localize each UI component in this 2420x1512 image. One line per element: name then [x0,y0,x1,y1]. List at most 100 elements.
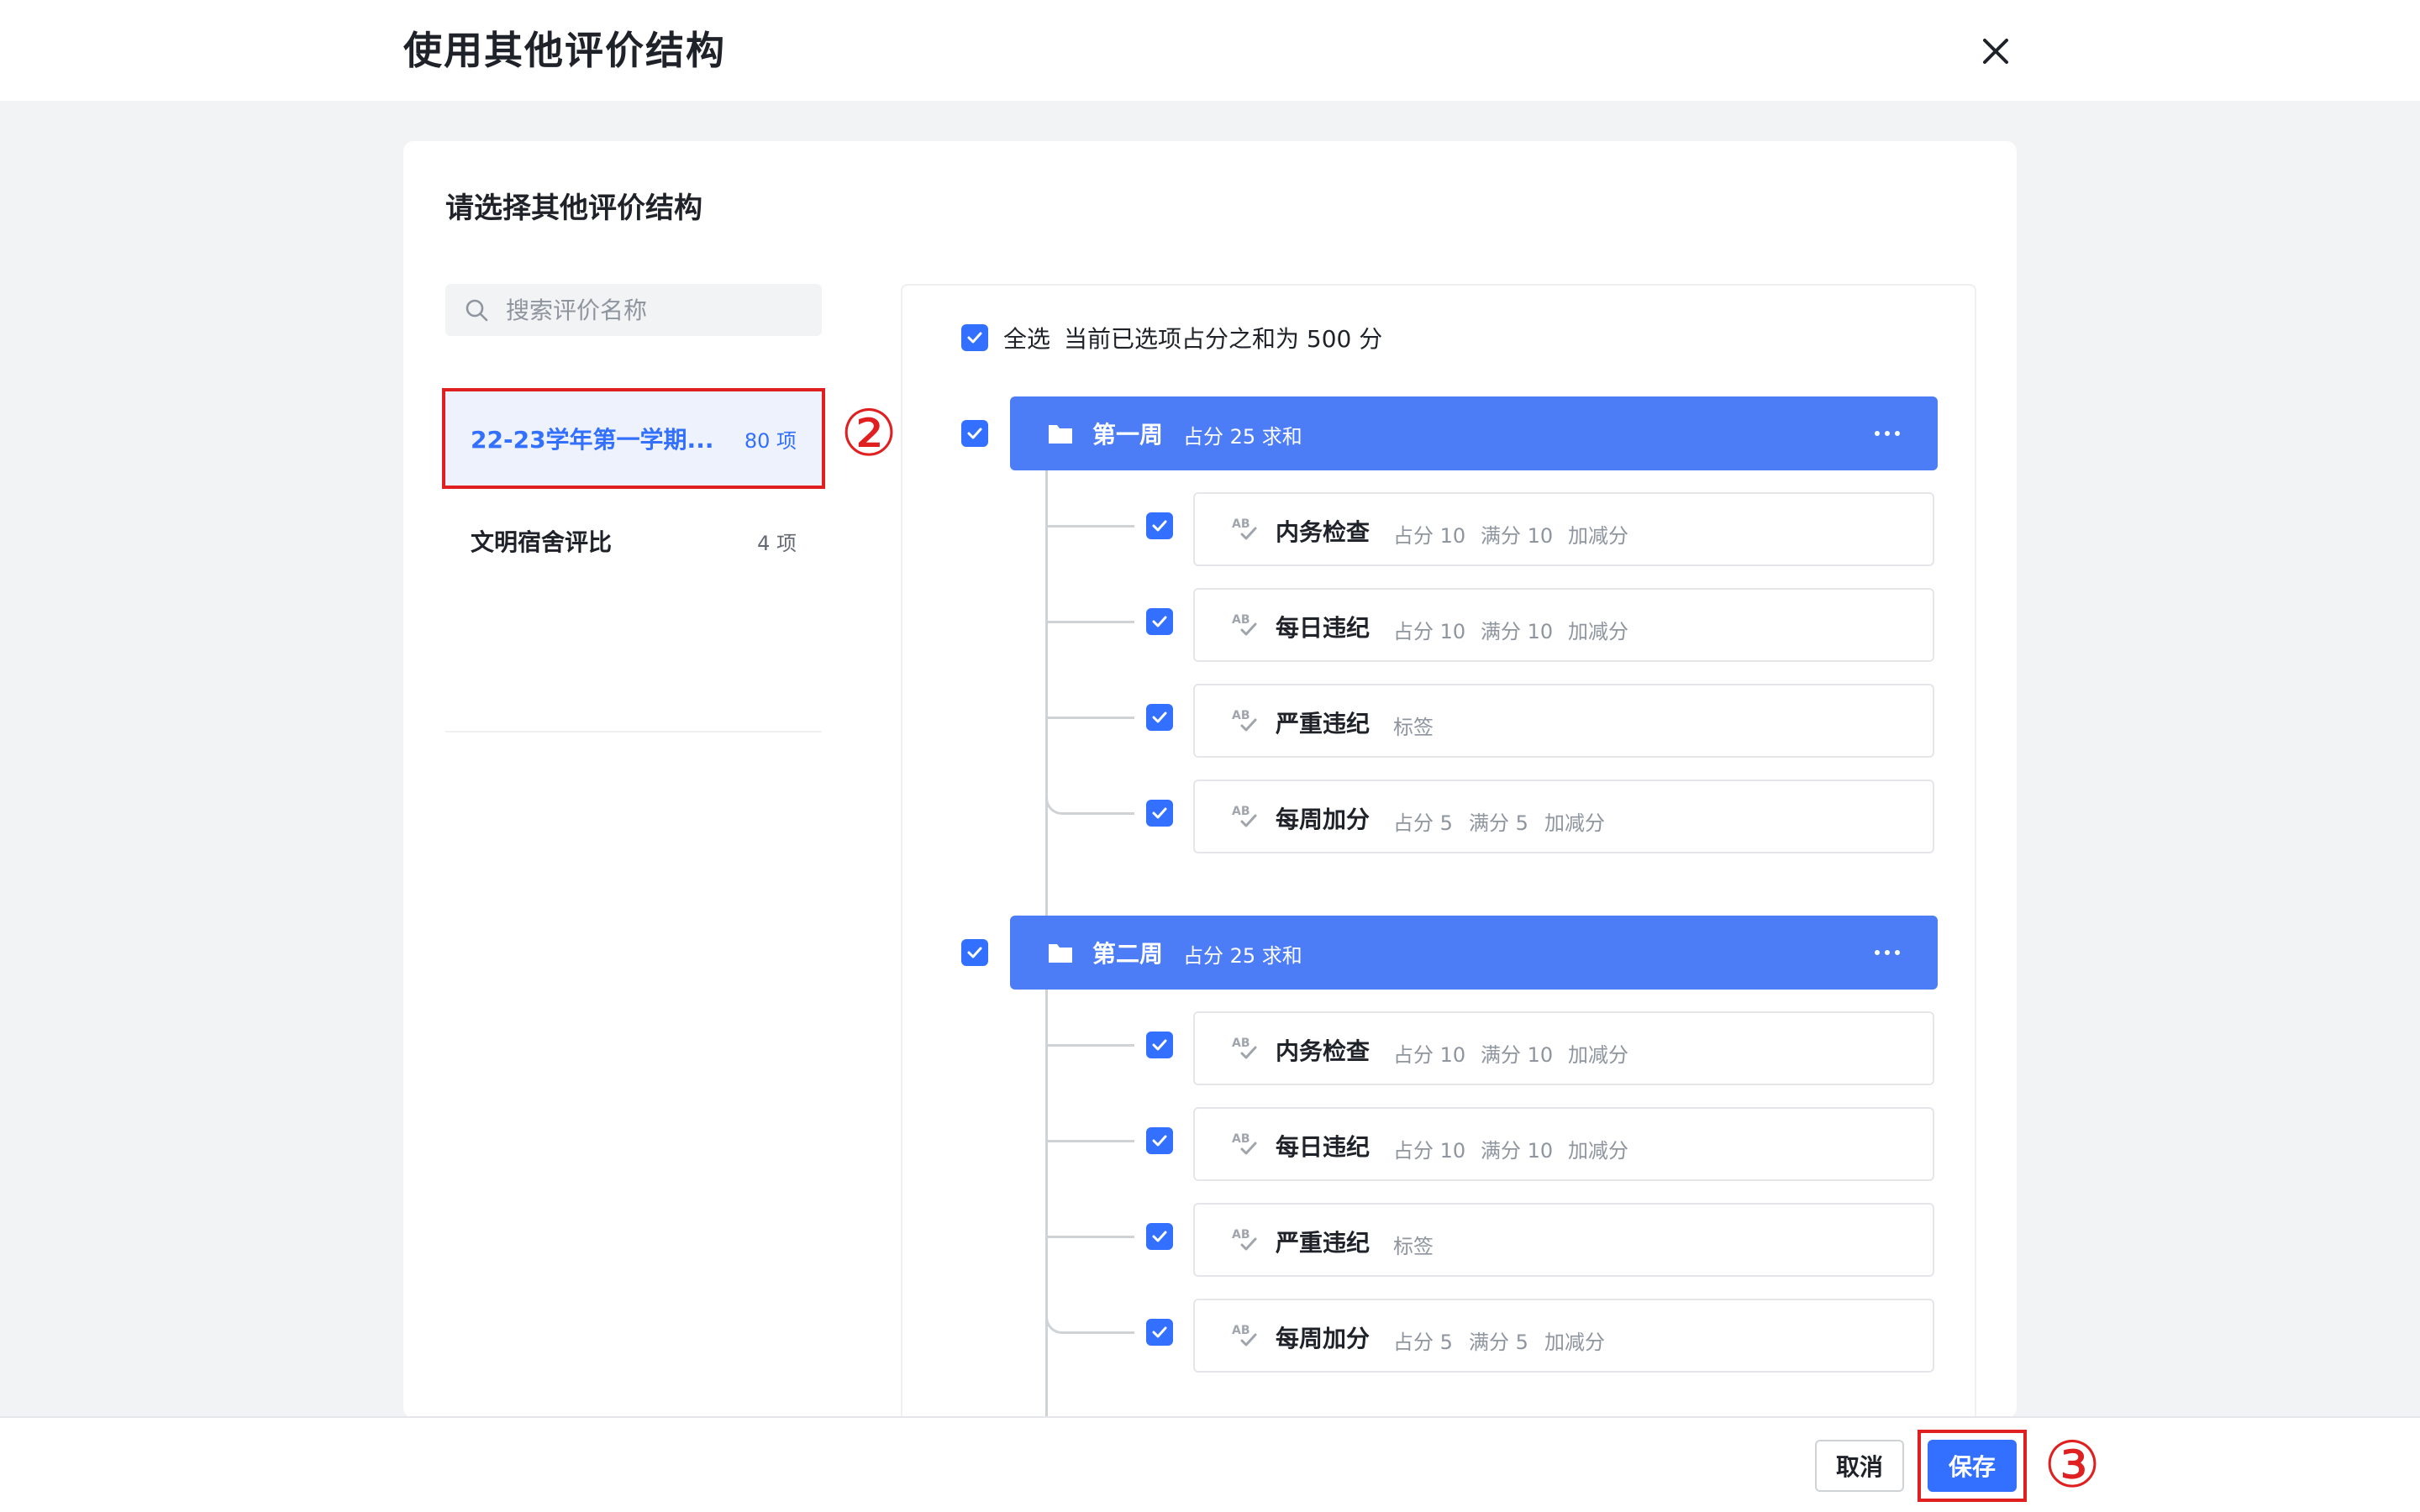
evaluation-item[interactable]: AB 严重违纪 标签 [1193,684,1934,758]
item-score: 占分 5 [1393,1331,1453,1354]
search-icon [466,299,488,322]
tree-connector [1071,812,1134,815]
tree-connector [1045,621,1134,623]
check-icon [967,428,982,439]
check-icon [967,947,982,958]
structure-name: 22-23学年第一学期... [471,426,714,454]
svg-text:AB: AB [1232,805,1250,818]
structure-item[interactable]: 文明宿舍评比 4 项 [445,494,822,588]
item-checkbox[interactable] [1146,608,1173,635]
search-input[interactable] [506,284,808,336]
item-full-score: 满分 5 [1469,811,1528,835]
structure-item-selected[interactable]: 22-23学年第一学期... 80 项 [442,388,825,489]
item-type: 加减分 [1568,1043,1628,1067]
dialog-header: 使用其他评价结构 [0,0,2420,101]
list-divider [445,731,822,732]
item-score: 占分 10 [1393,1043,1466,1067]
item-full-score: 满分 5 [1469,1331,1528,1354]
ab-check-icon: AB [1232,709,1257,732]
close-button[interactable] [1975,30,2017,72]
group-meta: 占分 25 求和 [1183,425,1302,449]
item-name: 每日违纪 [1276,614,1370,642]
ab-check-icon: AB [1232,613,1257,636]
ab-check-icon: AB [1232,1132,1257,1155]
ab-check-icon: AB [1232,517,1257,540]
item-name: 内务检查 [1276,1037,1370,1065]
item-type: 标签 [1393,1235,1434,1258]
close-icon [1983,39,2008,64]
evaluation-item[interactable]: AB 内务检查 占分 10 满分 10 加减分 [1193,1011,1934,1085]
more-icon[interactable] [1870,939,1904,966]
group-header[interactable]: 第二周 占分 25 求和 [1010,916,1938,990]
item-score: 占分 10 [1393,1139,1466,1163]
check-icon [967,332,982,344]
save-button[interactable]: 保存 [1928,1440,2017,1492]
check-icon [1152,1135,1167,1147]
more-icon[interactable] [1870,420,1904,447]
structure-card: 请选择其他评价结构 22-23学年第一学期... 80 项 ② 文明宿舍评比 4… [403,141,2017,1455]
group-meta: 占分 25 求和 [1183,944,1302,968]
item-name: 每周加分 [1276,1325,1370,1352]
page-title: 使用其他评价结构 [403,28,726,73]
group-header[interactable]: 第一周 占分 25 求和 [1010,396,1938,470]
item-checkbox[interactable] [1146,1319,1173,1346]
group-name: 第二周 [1092,940,1164,968]
evaluation-item[interactable]: AB 严重违纪 标签 [1193,1203,1934,1277]
svg-text:AB: AB [1232,1324,1250,1337]
item-score: 占分 5 [1393,811,1453,835]
item-checkbox[interactable] [1146,800,1173,827]
ab-check-icon: AB [1232,1228,1257,1251]
item-checkbox[interactable] [1146,1223,1173,1250]
item-type: 加减分 [1568,1139,1628,1163]
group-checkbox[interactable] [961,420,988,447]
item-type: 加减分 [1544,811,1605,835]
evaluation-item[interactable]: AB 每日违纪 占分 10 满分 10 加减分 [1193,1107,1934,1181]
item-name: 内务检查 [1276,518,1370,546]
item-type: 标签 [1393,716,1434,739]
save-button-highlight: 保存 [1918,1430,2027,1502]
item-type: 加减分 [1544,1331,1605,1354]
group-name: 第一周 [1092,421,1164,449]
item-full-score: 满分 10 [1481,620,1554,643]
item-score: 占分 10 [1393,620,1466,643]
check-icon [1152,1039,1167,1051]
select-all-label: 全选 [1003,325,1051,353]
check-icon [1152,711,1167,723]
item-name: 严重违纪 [1276,1229,1370,1257]
tree-connector [1071,1331,1134,1334]
item-checkbox[interactable] [1146,1032,1173,1058]
item-checkbox[interactable] [1146,704,1173,731]
ab-check-icon: AB [1232,805,1257,827]
select-all-checkbox[interactable] [961,324,988,351]
tree-connector [1045,525,1134,528]
check-icon [1152,520,1167,532]
item-checkbox[interactable] [1146,1127,1173,1154]
tree-connector [1045,990,1048,1455]
item-checkbox[interactable] [1146,512,1173,539]
structure-count: 80 项 [744,428,797,453]
cancel-button[interactable]: 取消 [1815,1440,1904,1492]
evaluation-item[interactable]: AB 每周加分 占分 5 满分 5 加减分 [1193,780,1934,853]
check-icon [1152,1326,1167,1338]
search-box[interactable] [445,284,822,336]
selection-summary: 当前已选项占分之和为 500 分 [1064,325,1383,353]
check-icon [1152,807,1167,819]
item-name: 每周加分 [1276,806,1370,833]
svg-text:AB: AB [1232,1132,1250,1146]
svg-text:AB: AB [1232,517,1250,531]
structure-count: 4 项 [757,531,797,555]
evaluation-item[interactable]: AB 每日违纪 占分 10 满分 10 加减分 [1193,588,1934,662]
svg-text:AB: AB [1232,709,1250,722]
svg-text:AB: AB [1232,1037,1250,1050]
item-name: 每日违纪 [1276,1133,1370,1161]
folder-icon [1049,425,1072,444]
tree-connector [1045,1140,1134,1142]
evaluation-item[interactable]: AB 内务检查 占分 10 满分 10 加减分 [1193,492,1934,566]
group-checkbox[interactable] [961,939,988,966]
evaluation-item[interactable]: AB 每周加分 占分 5 满分 5 加减分 [1193,1299,1934,1373]
svg-text:AB: AB [1232,1228,1250,1242]
step-3-marker: ③ [2044,1427,2102,1502]
dialog-footer: 取消 保存 ③ [0,1416,2420,1512]
card-title: 请选择其他评价结构 [445,192,702,225]
check-icon [1152,616,1167,627]
